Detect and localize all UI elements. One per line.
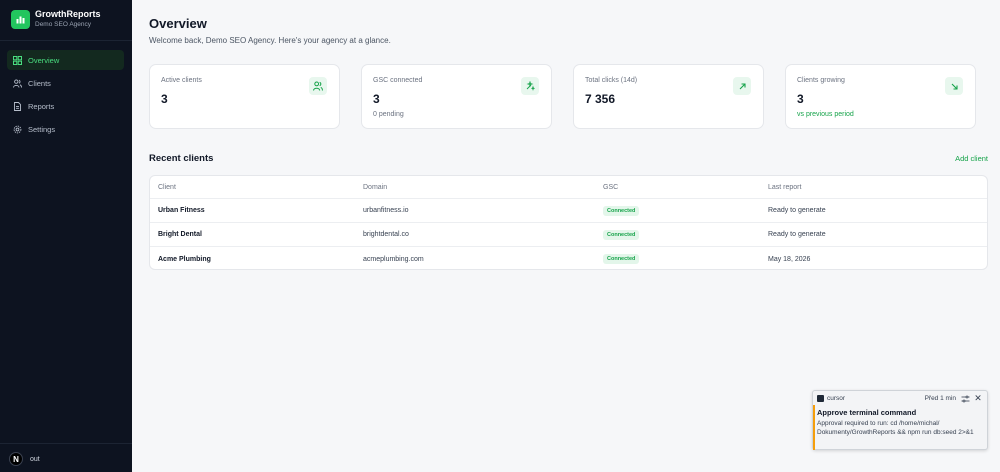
notification-time: Před 1 min xyxy=(924,395,956,402)
brand-title: GrowthReports xyxy=(35,9,101,19)
sidebar-item-overview[interactable]: Overview xyxy=(7,50,124,70)
gsc-status: Connected xyxy=(603,223,640,246)
sidebar-item-settings[interactable]: Settings xyxy=(7,119,124,139)
brand-subtitle: Demo SEO Agency xyxy=(35,21,91,28)
add-client-link[interactable]: Add client xyxy=(955,154,988,163)
last-report: Ready to generate xyxy=(768,231,826,238)
recent-clients-title: Recent clients xyxy=(149,153,214,164)
gsc-status: Connected xyxy=(603,199,640,222)
brand[interactable]: GrowthReports Demo SEO Agency xyxy=(11,9,101,29)
sidebar-item-label: Reports xyxy=(28,101,55,111)
stat-card-total-clicks: Total clicks (14d) 7 356 xyxy=(573,64,764,129)
status-badge: Connected xyxy=(603,229,640,240)
user-avatar: N xyxy=(9,452,23,466)
logout-label: out xyxy=(30,455,40,463)
sidebar: GrowthReports Demo SEO Agency Overview C… xyxy=(0,0,132,472)
page-subtitle: Welcome back, Demo SEO Agency. Here's yo… xyxy=(149,36,391,45)
stat-card-clients-growing: Clients growing 3 vs previous period xyxy=(785,64,976,129)
document-icon xyxy=(13,101,22,111)
table-row[interactable]: Acme Plumbing acmeplumbing.com Connected… xyxy=(150,247,987,269)
sidebar-item-label: Overview xyxy=(28,55,60,65)
warning-accent-bar xyxy=(813,405,815,450)
client-domain: urbanfitness.io xyxy=(363,207,409,214)
stat-card-gsc-connected: GSC connected 3 0 pending xyxy=(361,64,552,129)
divider xyxy=(0,443,132,444)
sparkle-icon xyxy=(521,77,539,95)
table-row[interactable]: Urban Fitness urbanfitness.io Connected … xyxy=(150,199,987,223)
column-header: Domain xyxy=(363,183,388,191)
last-report: May 18, 2026 xyxy=(768,255,811,263)
stat-value: 3 xyxy=(797,92,804,106)
client-name[interactable]: Acme Plumbing xyxy=(158,247,211,269)
sidebar-item-clients[interactable]: Clients xyxy=(7,73,124,93)
notification-app-name: cursor xyxy=(827,395,846,402)
sidebar-item-label: Settings xyxy=(28,124,56,134)
notification-toast[interactable]: cursor Před 1 min ✕ Approve terminal com… xyxy=(812,390,988,450)
client-domain: brightdental.co xyxy=(363,231,409,238)
table-header: Client Domain GSC Last report xyxy=(150,176,987,199)
client-name[interactable]: Bright Dental xyxy=(158,223,202,246)
chart-logo-icon xyxy=(11,9,30,29)
sidebar-item-reports[interactable]: Reports xyxy=(7,96,124,116)
notification-header: cursor Před 1 min ✕ xyxy=(817,393,985,404)
notification-settings-icon[interactable] xyxy=(960,394,970,403)
sidebar-nav: Overview Clients Reports Settings xyxy=(7,50,124,142)
notification-title: Approve terminal command xyxy=(817,408,917,417)
stat-note: vs previous period xyxy=(797,111,854,118)
column-header: Last report xyxy=(768,183,802,191)
notification-body: Approval required to run: cd /home/micha… xyxy=(817,420,974,436)
users-icon xyxy=(13,78,22,88)
users-icon xyxy=(309,77,327,95)
client-name[interactable]: Urban Fitness xyxy=(158,199,205,222)
status-badge: Connected xyxy=(603,254,640,264)
sidebar-item-label: Clients xyxy=(28,78,51,88)
grid-icon xyxy=(13,55,22,65)
table-row[interactable]: Bright Dental brightdental.co Connected … xyxy=(150,223,987,247)
last-report: Ready to generate xyxy=(768,207,826,214)
stat-label: Clients growing xyxy=(797,77,845,84)
divider xyxy=(0,40,132,41)
cursor-app-icon xyxy=(817,395,824,402)
client-domain: acmeplumbing.com xyxy=(363,255,424,263)
stat-value: 7 356 xyxy=(585,92,616,106)
stat-label: Active clients xyxy=(161,77,202,84)
gsc-status: Connected xyxy=(603,247,640,269)
logout-button[interactable]: N out xyxy=(9,452,40,466)
stat-note: 0 pending xyxy=(373,111,404,118)
close-icon[interactable]: ✕ xyxy=(973,393,983,404)
stat-value: 3 xyxy=(161,92,168,106)
arrow-down-right-icon xyxy=(945,77,963,95)
stat-value: 3 xyxy=(373,92,380,106)
column-header: Client xyxy=(158,183,176,191)
stat-card-active-clients: Active clients 3 xyxy=(149,64,340,129)
page-title: Overview xyxy=(149,16,207,31)
stat-label: GSC connected xyxy=(373,77,423,84)
arrow-up-right-icon xyxy=(733,77,751,95)
gear-icon xyxy=(13,125,22,134)
stat-label: Total clicks (14d) xyxy=(585,77,638,84)
status-badge: Connected xyxy=(603,205,640,216)
column-header: GSC xyxy=(603,183,619,191)
clients-table: Client Domain GSC Last report Urban Fitn… xyxy=(149,175,988,270)
